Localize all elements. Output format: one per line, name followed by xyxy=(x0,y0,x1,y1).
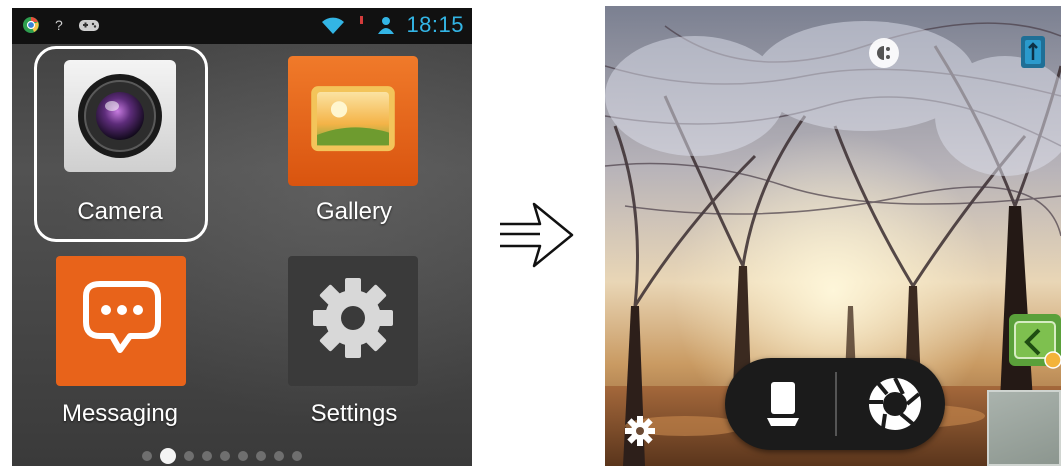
gallery-picture-icon xyxy=(288,56,418,186)
signal-person-icon xyxy=(378,17,395,34)
effects-icon[interactable] xyxy=(1009,314,1061,372)
camera-control-bar xyxy=(725,358,945,450)
app-label-settings: Settings xyxy=(310,400,398,427)
page-dot xyxy=(202,451,212,461)
thumbnail-preview[interactable] xyxy=(987,390,1061,466)
control-bar-divider xyxy=(835,372,837,436)
alert-icon xyxy=(360,16,364,24)
page-dot-current xyxy=(160,448,176,464)
shutter-icon[interactable] xyxy=(863,372,927,436)
app-label-camera: Camera xyxy=(77,198,163,225)
app-label-messaging: Messaging xyxy=(61,400,179,427)
page-dot xyxy=(184,451,194,461)
page-dot xyxy=(142,451,152,461)
switch-camera-icon[interactable] xyxy=(1019,34,1047,70)
speech-bubble-icon xyxy=(56,256,186,386)
app-messaging[interactable]: Messaging xyxy=(40,248,200,428)
page-dot xyxy=(220,451,230,461)
page-dot xyxy=(256,451,266,461)
app-gallery[interactable]: Gallery xyxy=(274,48,434,228)
page-dot xyxy=(292,451,302,461)
app-settings[interactable]: Settings xyxy=(274,248,434,428)
camera-lens-icon xyxy=(64,60,176,172)
page-dot xyxy=(238,451,248,461)
app-label-gallery: Gallery xyxy=(315,198,393,225)
wifi-icon xyxy=(322,17,345,34)
page-dot xyxy=(274,451,284,461)
camera-viewfinder-screen xyxy=(605,6,1061,466)
app-camera[interactable]: Camera xyxy=(40,48,200,228)
chrome-icon xyxy=(23,17,39,33)
right-arrow-icon xyxy=(500,202,574,268)
question-icon: ? xyxy=(55,17,63,33)
status-bar: ? 18:15 xyxy=(12,8,472,44)
settings-gear-icon[interactable] xyxy=(623,414,657,448)
page-indicator xyxy=(142,448,302,464)
status-time: 18:15 xyxy=(406,12,464,37)
flash-mode-icon[interactable] xyxy=(867,36,901,70)
capture-mode-icon[interactable] xyxy=(753,376,813,432)
svg-text:?: ? xyxy=(55,17,63,33)
gear-icon xyxy=(288,256,418,386)
home-screen: ? 18:15 Camera Gallery Messaging Setting… xyxy=(12,8,472,466)
gamepad-icon xyxy=(79,20,99,31)
